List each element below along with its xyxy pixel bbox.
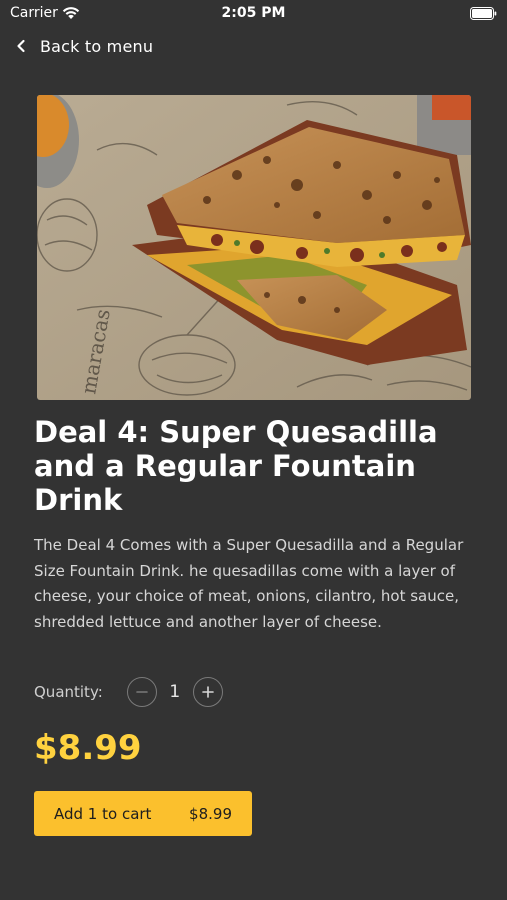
- item-title: Deal 4: Super Quesadilla and a Regular F…: [34, 415, 438, 517]
- add-to-cart-price: $8.99: [189, 804, 232, 823]
- chevron-left-icon: [17, 39, 25, 53]
- back-label: Back to menu: [40, 36, 154, 56]
- plus-icon: [201, 686, 214, 698]
- item-image: maracas: [37, 95, 471, 400]
- item-price: $8.99: [34, 728, 142, 768]
- status-bar: Carrier 2:05 PM: [0, 0, 507, 28]
- back-to-menu-button[interactable]: Back to menu: [14, 33, 153, 59]
- decrement-button[interactable]: [126, 677, 157, 707]
- status-time: 2:05 PM: [221, 5, 286, 21]
- increment-button[interactable]: [192, 677, 223, 707]
- quesadilla-photo: maracas: [37, 95, 471, 400]
- add-to-cart-label: Add 1 to cart: [54, 804, 152, 823]
- minus-icon: [135, 691, 148, 693]
- quantity-value: 1: [169, 682, 181, 702]
- add-to-cart-button[interactable]: Add 1 to cart $8.99: [34, 791, 252, 836]
- item-description: The Deal 4 Comes with a Super Quesadilla…: [34, 536, 464, 631]
- quantity-stepper: Quantity: 1: [34, 675, 223, 709]
- quantity-label: Quantity:: [34, 683, 103, 701]
- battery-icon: [470, 7, 497, 20]
